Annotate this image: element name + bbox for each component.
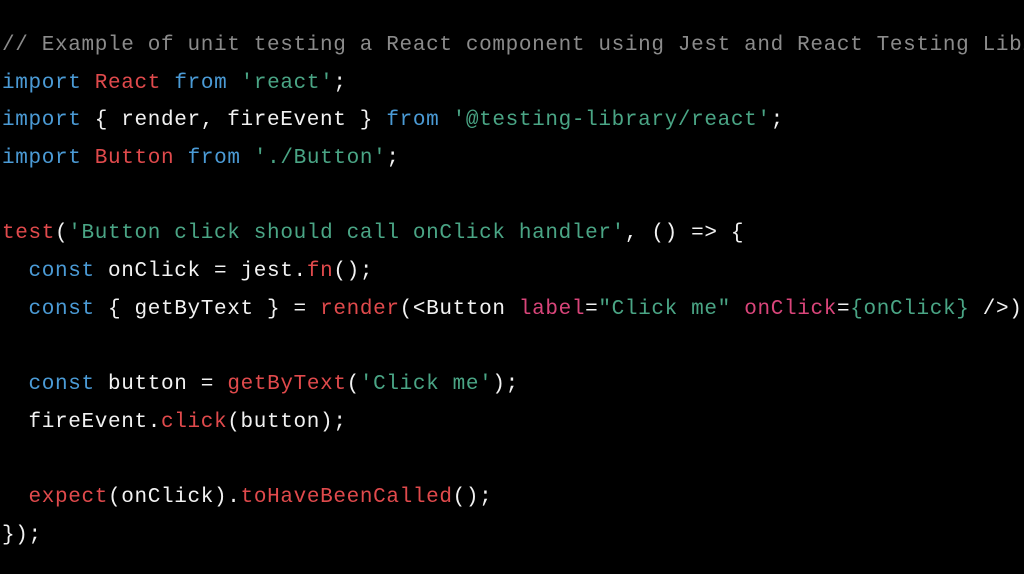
code-attribute: label bbox=[518, 297, 586, 321]
code-text: (button); bbox=[227, 410, 347, 434]
code-text: }); bbox=[2, 523, 42, 547]
code-keyword: const bbox=[28, 373, 95, 397]
code-identifier: getByText bbox=[227, 373, 347, 397]
code-text: , () => { bbox=[624, 222, 745, 246]
code-identifier: render bbox=[320, 297, 400, 321]
code-text: = bbox=[836, 297, 851, 321]
code-keyword: const bbox=[28, 260, 95, 284]
code-identifier: test bbox=[2, 222, 56, 246]
code-text: { getByText } = bbox=[94, 297, 321, 321]
code-text: />); bbox=[982, 297, 1024, 321]
code-line: test('Button click should call onClick h… bbox=[2, 215, 1024, 253]
code-keyword: import bbox=[2, 109, 82, 133]
code-identifier: React bbox=[94, 71, 162, 95]
code-string: 'Button click should call onClick handle… bbox=[68, 222, 625, 246]
code-string: './Button' bbox=[253, 147, 387, 171]
code-line: fireEvent.click(button); bbox=[2, 404, 1024, 442]
code-text: onClick = jest. bbox=[94, 260, 307, 284]
code-identifier: fn bbox=[306, 260, 334, 284]
code-line: const button = getByText('Click me'); bbox=[2, 366, 1024, 404]
code-block: // Example of unit testing a React compo… bbox=[2, 27, 1024, 555]
code-identifier: Button bbox=[94, 147, 175, 171]
code-line: import { render, fireEvent } from '@test… bbox=[2, 102, 1024, 140]
code-string: 'react' bbox=[240, 71, 334, 95]
code-keyword: from bbox=[187, 147, 241, 171]
code-text: ; bbox=[333, 71, 347, 95]
code-keyword: import bbox=[2, 147, 82, 171]
code-text: ); bbox=[492, 373, 519, 397]
code-string: '@testing-library/react' bbox=[452, 109, 771, 133]
code-keyword: from bbox=[174, 71, 228, 95]
code-text: (<Button bbox=[399, 297, 519, 321]
code-text: ( bbox=[55, 222, 69, 246]
code-text: fireEvent. bbox=[2, 410, 162, 434]
code-line: import Button from './Button'; bbox=[2, 140, 1024, 178]
code-text: button = bbox=[94, 373, 228, 397]
code-text: (onClick). bbox=[108, 486, 241, 510]
code-keyword: import bbox=[2, 71, 82, 95]
code-text: ; bbox=[386, 147, 400, 171]
code-line: import React from 'react'; bbox=[2, 65, 1024, 103]
code-string: 'Click me' bbox=[359, 373, 493, 397]
code-identifier: click bbox=[161, 410, 228, 434]
code-comment: // Example of unit testing a React compo… bbox=[2, 34, 1024, 57]
code-line: expect(onClick).toHaveBeenCalled(); bbox=[2, 479, 1024, 517]
code-line: // Example of unit testing a React compo… bbox=[2, 27, 1024, 65]
code-text: ; bbox=[770, 109, 784, 133]
code-keyword: const bbox=[28, 297, 95, 321]
code-line: const onClick = jest.fn(); bbox=[2, 253, 1024, 291]
code-keyword: from bbox=[386, 109, 440, 133]
code-line: const { getByText } = render(<Button lab… bbox=[2, 291, 1024, 329]
code-identifier: toHaveBeenCalled bbox=[240, 486, 453, 510]
code-line: }); bbox=[2, 517, 1024, 555]
code-text: { render, fireEvent } bbox=[81, 109, 387, 133]
code-string: "Click me" bbox=[598, 297, 731, 321]
code-text: = bbox=[585, 297, 599, 321]
code-text: ( bbox=[346, 373, 360, 397]
code-text: (); bbox=[333, 260, 374, 284]
code-attribute: onClick bbox=[744, 297, 837, 321]
code-string: {onClick} bbox=[850, 297, 970, 321]
code-identifier: expect bbox=[28, 486, 109, 510]
code-text: (); bbox=[452, 486, 493, 510]
